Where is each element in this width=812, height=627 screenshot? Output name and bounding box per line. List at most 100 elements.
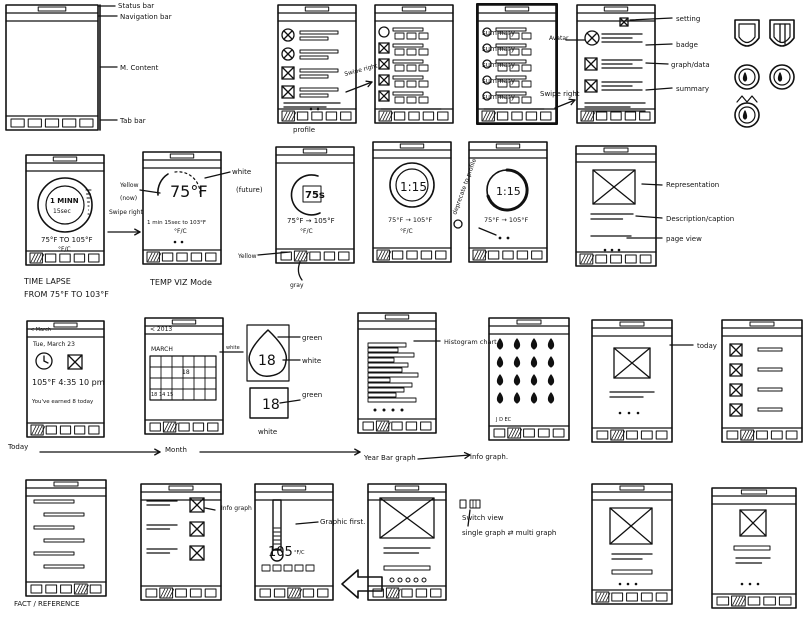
tab-icon xyxy=(626,592,638,602)
mini-graph xyxy=(394,32,405,40)
drop-icon xyxy=(530,356,538,368)
text-bar xyxy=(299,49,339,54)
phone-frame xyxy=(721,319,803,443)
tab-icon xyxy=(45,584,58,594)
phone-frame xyxy=(5,4,99,131)
histogram-bar xyxy=(367,387,405,393)
phone-frame xyxy=(25,479,107,597)
temp-range: 75°F → 105°F xyxy=(484,216,528,224)
histogram-bar xyxy=(367,397,417,403)
swipe-arrow xyxy=(365,80,373,83)
page-dot xyxy=(756,582,760,586)
nav-back: < 2013 xyxy=(150,326,172,333)
text-bar xyxy=(299,36,329,41)
callout-line xyxy=(478,227,497,236)
temp-value: 75s xyxy=(305,190,325,201)
avatar-icon xyxy=(378,26,390,38)
status-bar-notch xyxy=(37,6,67,12)
gray-annotation: gray xyxy=(290,282,304,289)
page-dot xyxy=(636,411,640,415)
swipe-arrow xyxy=(568,98,576,101)
badge-shield-inner xyxy=(773,23,791,44)
tab-icon xyxy=(204,588,217,598)
graph-chip xyxy=(272,564,282,572)
mini-graph xyxy=(394,96,405,104)
drop-icon xyxy=(530,374,538,386)
badge-day: 18 xyxy=(258,353,276,369)
status-bar-notch xyxy=(171,319,197,325)
hidden-spacer: summary xyxy=(482,29,515,37)
status-bar-notch xyxy=(281,485,307,491)
phone-frame xyxy=(142,151,222,265)
tab-icon xyxy=(176,252,188,262)
flow-label: Month xyxy=(165,446,187,454)
temp-value: 75°F xyxy=(170,182,208,201)
tab-icon xyxy=(79,118,94,128)
mini-graph xyxy=(418,48,429,56)
page-dot xyxy=(748,582,752,586)
profile-caption: profile xyxy=(293,126,315,134)
tab-icon xyxy=(716,596,730,606)
tab-icon xyxy=(640,430,653,440)
description-annotation: Description/caption xyxy=(666,215,734,223)
graphic-first-annotation: Graphic first. xyxy=(320,518,365,526)
swipe-right-annotation: Swipe right xyxy=(109,209,144,216)
white-annotation: white xyxy=(226,345,240,351)
mini-graph xyxy=(521,80,532,88)
tab-icon xyxy=(73,253,86,263)
today-date: Tue, March 23 xyxy=(32,341,75,348)
today-annotation: today xyxy=(697,342,717,350)
tab-icon xyxy=(88,253,100,263)
green-annotation: green xyxy=(302,391,322,399)
drop-icon xyxy=(496,374,504,386)
tab-icon xyxy=(493,428,506,438)
tab-icon xyxy=(420,250,433,260)
drop-icon xyxy=(547,356,555,368)
text-bar xyxy=(299,93,329,98)
histogram-annotation: Histogram chart xyxy=(444,338,497,346)
page-dot xyxy=(627,411,631,415)
nav-back: < March xyxy=(30,327,51,333)
status-bar-notch xyxy=(619,321,645,327)
tab-icon xyxy=(770,430,783,440)
tab-icon xyxy=(437,111,449,121)
callout-line xyxy=(635,215,663,219)
graph-chip xyxy=(305,564,315,572)
page-dot xyxy=(309,107,313,111)
status-bar-notch xyxy=(749,321,775,327)
page-line xyxy=(733,545,771,551)
time-lapse-caption: FROM 75°F TO 103°F xyxy=(24,290,109,299)
page-line xyxy=(611,569,653,575)
text-bar xyxy=(757,407,783,412)
temp-unit: °F/C xyxy=(294,550,305,556)
phone-frame xyxy=(254,483,334,601)
tab-icon xyxy=(74,425,86,435)
callout-line xyxy=(204,507,216,511)
tab-icon xyxy=(189,588,202,598)
navigation-bar-annotation: Navigation bar xyxy=(120,13,172,21)
histogram-bar xyxy=(367,347,399,353)
tab-icon xyxy=(317,588,329,598)
timer-value: 1:15 xyxy=(400,180,427,194)
histogram-bar xyxy=(367,382,413,388)
tab-icon xyxy=(309,251,321,261)
mini-graph xyxy=(521,32,532,40)
page-dot xyxy=(506,236,510,240)
tab-icon xyxy=(611,592,624,602)
drop-icon xyxy=(742,110,748,120)
tab-icon xyxy=(205,252,217,262)
phone-frame xyxy=(468,141,548,263)
page-dot xyxy=(617,248,621,252)
tab-icon xyxy=(408,111,420,121)
text-bar xyxy=(43,512,85,517)
badge-annotation: badge xyxy=(676,41,698,49)
tab-icon xyxy=(175,588,187,598)
tab-icon xyxy=(89,584,102,594)
phone-frame xyxy=(277,4,357,124)
tab-icon xyxy=(259,588,271,598)
main-content-annotation: M. Content xyxy=(120,64,159,72)
flow-arrow xyxy=(417,454,471,460)
clock-hand xyxy=(43,360,49,364)
tab-icon xyxy=(778,596,792,606)
tab-icon xyxy=(338,251,350,261)
